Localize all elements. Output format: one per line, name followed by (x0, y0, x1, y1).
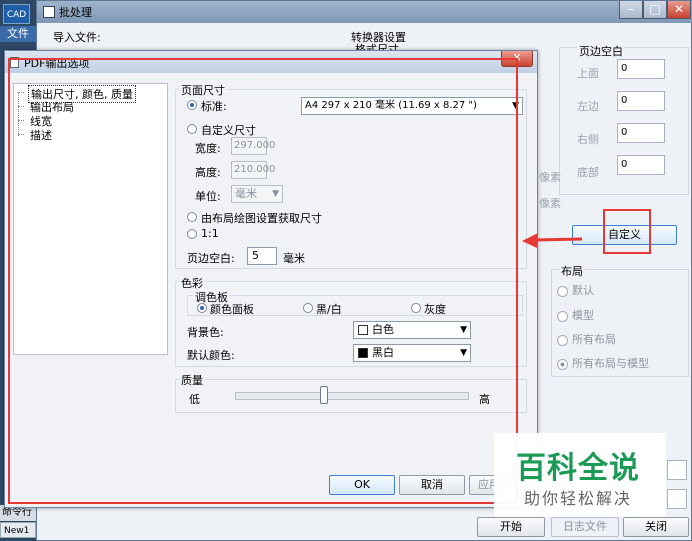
quality-high-label: 高 (479, 393, 490, 406)
margin-bottom-input[interactable]: 0 (617, 155, 665, 175)
option-field[interactable] (667, 460, 687, 480)
margin-group-label: 页边空白 (577, 43, 625, 59)
layout-option-all-layouts[interactable]: 所有布局 (557, 331, 616, 347)
palette-gray-label: 灰度 (424, 303, 446, 316)
batch-title-bar[interactable]: 批处理 (37, 1, 692, 23)
dialog-margin-unit: 毫米 (283, 252, 305, 265)
palette-color-radio[interactable] (197, 303, 207, 313)
layout-option-model[interactable]: 模型 (557, 307, 594, 323)
dialog-title-bar[interactable]: PDF输出选项 (5, 51, 537, 73)
page-size-group (175, 89, 527, 269)
tree-line (18, 120, 24, 121)
file-menu[interactable]: 文件 (0, 26, 36, 42)
dropdown-arrow-icon: ▼ (460, 325, 467, 335)
log-file-button[interactable]: 日志文件 (551, 517, 619, 537)
standard-size-select[interactable]: A4 297 x 210 毫米 (11.69 x 8.27 ") ▼ (301, 97, 523, 115)
import-files-label: 导入文件: (53, 31, 101, 44)
dropdown-arrow-icon: ▼ (460, 348, 467, 358)
close-button[interactable]: 关闭 (623, 517, 689, 537)
quality-slider-thumb[interactable] (319, 386, 328, 404)
from-layout-radio[interactable] (187, 212, 197, 222)
watermark-title: 百科全说 (516, 451, 640, 486)
cancel-button[interactable]: 取消 (399, 475, 465, 495)
palette-color-label: 颜色面板 (210, 303, 254, 316)
tree-line (18, 92, 19, 136)
background-swatch (358, 325, 368, 335)
highlight-box (603, 209, 651, 254)
default-color-select[interactable]: 黑白 ▼ (353, 344, 471, 362)
page-size-label: 页面尺寸 (179, 82, 227, 98)
ok-button[interactable]: OK (329, 475, 395, 495)
background-color-select[interactable]: 白色 ▼ (353, 321, 471, 339)
dropdown-arrow-icon: ▼ (272, 189, 279, 199)
start-button[interactable]: 开始 (477, 517, 545, 537)
custom-size-radio[interactable] (187, 124, 197, 134)
quality-slider-track[interactable] (235, 392, 469, 400)
radio-icon (557, 285, 568, 297)
standard-radio[interactable] (187, 100, 197, 110)
tree-item-description[interactable]: 描述 (30, 127, 52, 143)
radio-icon (557, 310, 568, 322)
tree-line (18, 106, 24, 107)
one-to-one-radio[interactable] (187, 229, 197, 239)
options-tree: 输出尺寸, 颜色, 质量 输出布局 线宽 描述 (13, 83, 168, 355)
watermark: 百科全说 助你轻松解决 (494, 433, 666, 517)
margin-bottom-label: 底部 (577, 166, 599, 179)
width-label: 宽度: (195, 142, 221, 155)
maximize-button[interactable]: □ (643, 1, 667, 19)
height-label: 高度: (195, 166, 221, 179)
app-logo[interactable]: CAD (3, 4, 30, 24)
watermark-subtitle: 助你轻松解决 (524, 489, 633, 508)
dialog-title: PDF输出选项 (24, 57, 90, 70)
option-dropdown[interactable] (667, 489, 687, 509)
margin-top-label: 上面 (577, 67, 599, 80)
radio-icon (557, 334, 568, 346)
margin-right-label: 右侧 (577, 133, 599, 146)
default-swatch (358, 348, 368, 358)
window-icon (43, 6, 55, 18)
window-close-button[interactable]: ✕ (667, 1, 691, 19)
pixels-label: 像素 (539, 171, 561, 184)
layout-option-default[interactable]: 默认 (557, 282, 594, 298)
custom-size-label: 自定义尺寸 (201, 124, 256, 137)
background-color-label: 背景色: (187, 326, 224, 339)
margin-top-input[interactable]: 0 (617, 59, 665, 79)
dialog-margin-label: 页边空白: (187, 252, 235, 265)
quality-low-label: 低 (189, 393, 200, 406)
palette-bw-radio[interactable] (303, 303, 313, 313)
one-to-one-label: 1:1 (201, 227, 219, 240)
default-color-label: 默认颜色: (187, 349, 235, 362)
margin-left-label: 左边 (577, 100, 599, 113)
from-layout-label: 由布局绘图设置获取尺寸 (201, 212, 322, 225)
layout-group-label: 布局 (559, 263, 585, 279)
palette-bw-label: 黑/白 (316, 303, 342, 316)
layout-option-all-layouts-model[interactable]: 所有布局与模型 (557, 355, 649, 371)
document-icon (10, 57, 19, 68)
batch-title: 批处理 (59, 6, 92, 19)
pdf-options-dialog: PDF输出选项 ✕ 输出尺寸, 颜色, 质量 输出布局 线宽 描述 页面尺寸 标… (4, 50, 538, 508)
dropdown-arrow-icon: ▼ (512, 101, 519, 111)
tree-line (18, 134, 24, 135)
margin-right-input[interactable]: 0 (617, 123, 665, 143)
minimize-button[interactable]: – (619, 1, 643, 19)
dialog-close-button[interactable]: ✕ (501, 51, 533, 67)
pixels-label: 像素 (539, 197, 561, 210)
margin-left-input[interactable]: 0 (617, 91, 665, 111)
unit-label: 单位: (195, 190, 221, 203)
quality-label: 质量 (179, 372, 205, 388)
standard-label: 标准: (201, 100, 227, 113)
tree-line (18, 92, 24, 93)
radio-selected-icon (557, 358, 568, 370)
height-input[interactable]: 210.000 (231, 161, 275, 179)
width-input[interactable]: 297.000 (231, 137, 275, 155)
dialog-margin-input[interactable]: 5 (247, 247, 277, 265)
palette-gray-radio[interactable] (411, 303, 421, 313)
unit-select[interactable]: 毫米 ▼ (231, 185, 283, 203)
document-tab-new1[interactable]: New1 (0, 522, 36, 538)
